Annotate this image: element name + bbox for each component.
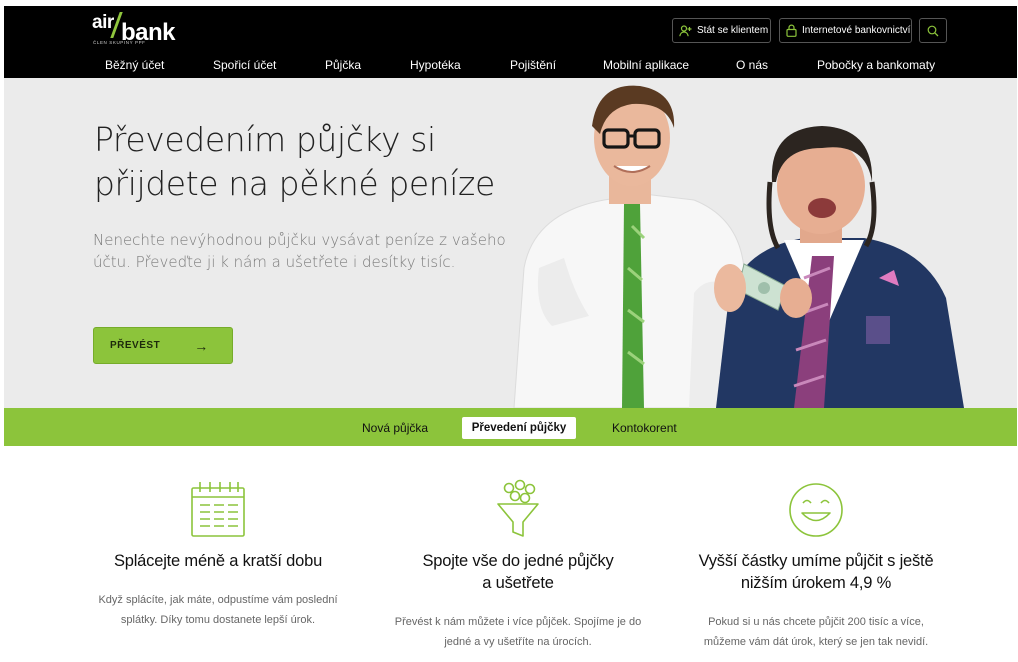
nav-item-mobile-app[interactable]: Mobilní aplikace <box>603 58 689 72</box>
become-client-label: Stát se klientem <box>697 25 769 36</box>
funnel-icon <box>497 479 539 537</box>
internet-banking-button[interactable]: Internetové bankovnictví <box>779 18 912 43</box>
become-client-button[interactable]: Stát se klientem <box>672 18 771 43</box>
hero-title-line-1: Převedením půjčky si <box>94 120 436 159</box>
arrow-right-icon: → <box>194 337 209 354</box>
tab-new-loan[interactable]: Nová půjčka <box>362 417 428 439</box>
feature-pay-less-text: Když splácíte, jak máte, odpustíme vám p… <box>98 594 338 626</box>
feature-lower-rate-text: Pokud si u nás chcete půjčit 200 tisíc a… <box>703 616 929 648</box>
man-in-suit-figure <box>716 126 964 408</box>
main-navigation: Běžný účet Spořicí účet Půjčka Hypotéka … <box>4 52 1017 78</box>
tab-loan-transfer[interactable]: Převedení půjčky <box>462 417 576 439</box>
transfer-loan-label: PŘEVÉST <box>110 340 161 351</box>
hero-title-line-2: přijdete na pěkné peníze <box>94 164 495 203</box>
feature-lower-rate-title: Vyšší částky umíme půjčit s ještě nižším… <box>666 550 966 594</box>
feature-pay-less-title: Splácejte méně a kratší dobu <box>113 552 323 570</box>
air-bank-logo[interactable]: air bank ČLEN SKUPINY PPF <box>92 12 176 46</box>
lock-icon <box>786 24 797 37</box>
nav-item-savings-account[interactable]: Spořicí účet <box>213 58 276 72</box>
tab-overdraft[interactable]: Kontokorent <box>612 417 677 439</box>
feature-lower-rate-title-line-1: Vyšší částky umíme půjčit s ještě <box>698 552 934 570</box>
search-button[interactable] <box>919 18 947 43</box>
loan-type-tabs: Nová půjčka Převedení půjčky Kontokorent <box>4 408 1017 446</box>
hero-subtitle: Nenechte nevýhodnou půjčku vysávat peníz… <box>93 231 506 271</box>
feature-consolidate-title-line-1: Spojte vše do jedné půjčky <box>422 552 614 570</box>
nav-item-branches-atms[interactable]: Pobočky a bankomaty <box>817 58 935 72</box>
feature-lower-rate-title-line-2: nižším úrokem 4,9 % <box>740 574 892 592</box>
nav-item-insurance[interactable]: Pojištění <box>510 58 556 72</box>
internet-banking-label: Internetové bankovnictví <box>802 25 911 36</box>
logo-tagline: ČLEN SKUPINY PPF <box>93 40 146 45</box>
nav-item-loan[interactable]: Půjčka <box>325 58 361 72</box>
logo-text-air: air <box>92 12 114 33</box>
site-header: air bank ČLEN SKUPINY PPF Stát se klient… <box>4 6 1017 78</box>
calendar-icon <box>191 482 245 537</box>
add-user-icon <box>679 24 692 37</box>
man-with-glasses-figure <box>513 85 750 408</box>
nav-item-mortgage[interactable]: Hypotéka <box>410 58 461 72</box>
nav-item-current-account[interactable]: Běžný účet <box>105 58 164 72</box>
nav-item-about-us[interactable]: O nás <box>736 58 768 72</box>
hero-banner: Převedením půjčky si přijdete na pěkné p… <box>4 78 1017 408</box>
feature-consolidate-text: Převést k nám můžete i více půjček. Spoj… <box>394 616 642 648</box>
transfer-loan-button[interactable]: PŘEVÉST → <box>93 327 233 364</box>
search-icon <box>927 25 939 37</box>
hero-photo-two-men <box>513 85 964 408</box>
smiley-icon <box>789 483 843 537</box>
feature-consolidate-title: Spojte vše do jedné půjčky a ušetřete <box>368 550 668 594</box>
feature-consolidate-title-line-2: a ušetřete <box>482 574 554 592</box>
